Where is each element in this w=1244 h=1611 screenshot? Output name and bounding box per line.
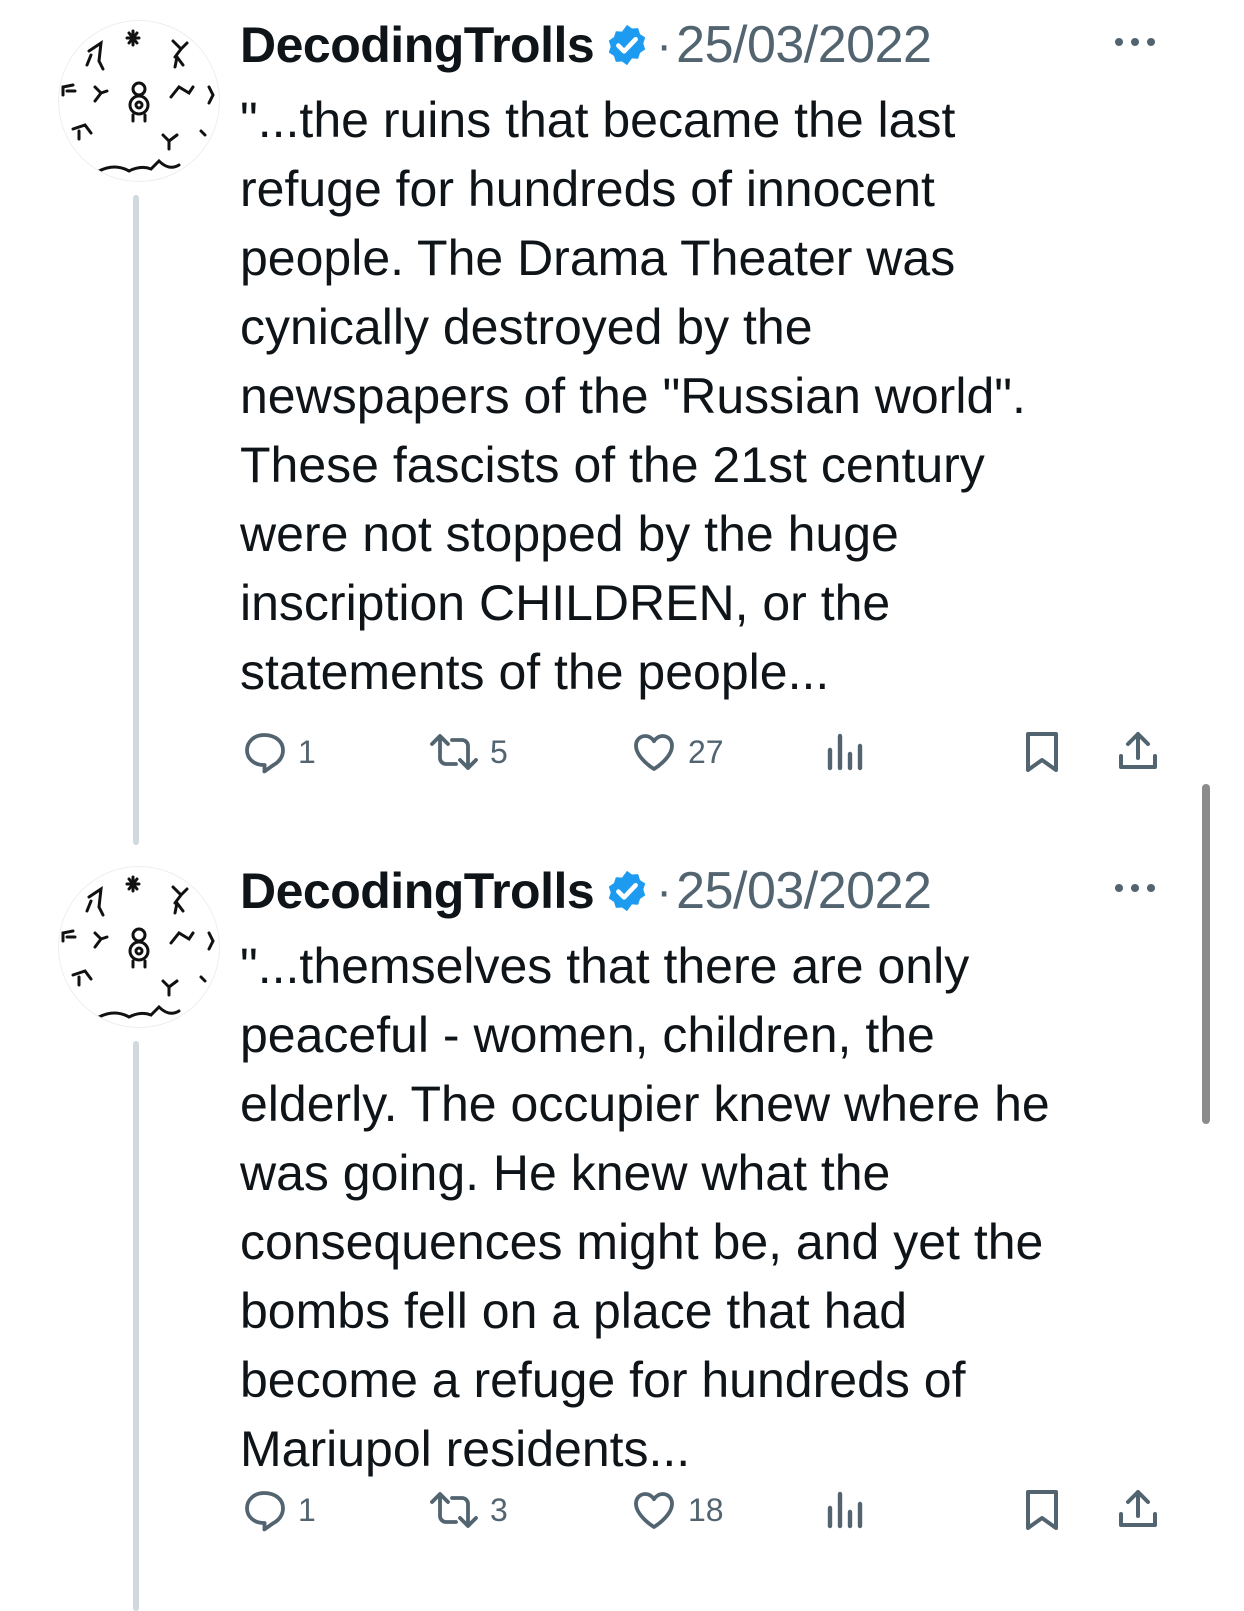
- like-button[interactable]: 18: [630, 1486, 724, 1534]
- avatar[interactable]: [58, 20, 220, 182]
- tweet-header: DecodingTrolls · 25/03/2022: [240, 15, 932, 75]
- tweet-text: "...themselves that there are only peace…: [240, 932, 1180, 1484]
- share-icon: [1114, 728, 1162, 776]
- tweet-text-line: peaceful - women, children, the: [240, 1007, 935, 1063]
- tweet[interactable]: DecodingTrolls · 25/03/2022 "...themselv…: [0, 846, 1244, 1611]
- like-count: 27: [688, 733, 724, 770]
- reply-button[interactable]: 1: [240, 1486, 316, 1534]
- repost-icon: [428, 728, 480, 776]
- tweet-text-line: refuge for hundreds of innocent: [240, 161, 935, 217]
- action-bar: 1 3 18: [240, 1486, 1180, 1542]
- like-count: 18: [688, 1491, 724, 1528]
- tweet-text: "...the ruins that became the last refug…: [240, 86, 1180, 707]
- author-name[interactable]: DecodingTrolls: [240, 862, 595, 920]
- tweet-date[interactable]: 25/03/2022: [676, 15, 932, 75]
- thread-line: [133, 195, 139, 845]
- repost-button[interactable]: 3: [428, 1486, 508, 1534]
- scrollbar[interactable]: [1202, 784, 1210, 1124]
- bookmark-icon: [1020, 728, 1064, 776]
- tweet-text-line: cynically destroyed by the: [240, 299, 813, 355]
- action-bar: 1 5 27: [240, 728, 1180, 784]
- verified-badge-icon: [604, 22, 650, 68]
- repost-count: 5: [490, 733, 508, 770]
- author-name[interactable]: DecodingTrolls: [240, 16, 595, 74]
- reply-icon: [240, 1486, 288, 1534]
- tweet-text-line: Mariupol residents...: [240, 1421, 691, 1477]
- tweet[interactable]: DecodingTrolls · 25/03/2022 "...the ruin…: [0, 0, 1244, 846]
- reply-button[interactable]: 1: [240, 728, 316, 776]
- more-options-icon[interactable]: [1110, 30, 1160, 54]
- bookmark-button[interactable]: [1020, 1486, 1064, 1534]
- views-button[interactable]: [824, 728, 868, 776]
- tweet-text-line: These fascists of the 21st century: [240, 437, 985, 493]
- bookmark-icon: [1020, 1486, 1064, 1534]
- like-icon: [630, 728, 678, 776]
- tweet-text-line: were not stopped by the huge: [240, 506, 899, 562]
- tweet-text-line: become a refuge for hundreds of: [240, 1352, 966, 1408]
- views-button[interactable]: [824, 1486, 868, 1534]
- views-icon: [824, 728, 868, 776]
- tweet-text-line: consequences might be, and yet the: [240, 1214, 1044, 1270]
- tweet-text-line: "...the ruins that became the last: [240, 92, 956, 148]
- tweet-text-line: people. The Drama Theater was: [240, 230, 956, 286]
- reply-icon: [240, 728, 288, 776]
- views-icon: [824, 1486, 868, 1534]
- repost-button[interactable]: 5: [428, 728, 508, 776]
- share-button[interactable]: [1114, 728, 1162, 776]
- tweet-text-line: elderly. The occupier knew where he: [240, 1076, 1050, 1132]
- reply-count: 1: [298, 1491, 316, 1528]
- thread-line: [133, 1041, 139, 1611]
- repost-icon: [428, 1486, 480, 1534]
- share-icon: [1114, 1486, 1162, 1534]
- share-button[interactable]: [1114, 1486, 1162, 1534]
- tweet-text-line: bombs fell on a place that had: [240, 1283, 908, 1339]
- avatar[interactable]: [58, 866, 220, 1028]
- repost-count: 3: [490, 1491, 508, 1528]
- tweet-text-line: newspapers of the "Russian world".: [240, 368, 1026, 424]
- separator-dot: ·: [656, 864, 673, 918]
- tweet-text-line: was going. He knew what the: [240, 1145, 891, 1201]
- tweet-text-line: statements of the people...: [240, 644, 830, 700]
- more-options-icon[interactable]: [1110, 876, 1160, 900]
- verified-badge-icon: [604, 868, 650, 914]
- bookmark-button[interactable]: [1020, 728, 1064, 776]
- like-icon: [630, 1486, 678, 1534]
- tweet-date[interactable]: 25/03/2022: [676, 861, 932, 921]
- tweet-header: DecodingTrolls · 25/03/2022: [240, 861, 932, 921]
- tweet-text-line: "...themselves that there are only: [240, 938, 970, 994]
- like-button[interactable]: 27: [630, 728, 724, 776]
- tweet-text-line: inscription CHILDREN, or the: [240, 575, 891, 631]
- separator-dot: ·: [656, 18, 673, 72]
- reply-count: 1: [298, 733, 316, 770]
